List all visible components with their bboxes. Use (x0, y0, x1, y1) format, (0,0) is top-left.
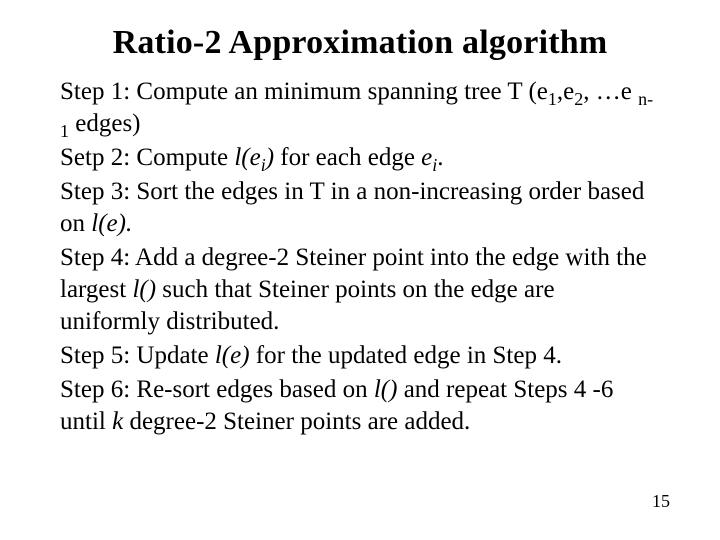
step1-text-a: Step 1: Compute an minimum spanning tree… (60, 78, 548, 105)
sub-1: 1 (548, 89, 557, 109)
step6-text-c: degree-2 Steiner points are added. (123, 408, 470, 435)
step-3: Step 3: Sort the edges in T in a non-inc… (60, 176, 660, 240)
step2-close: ) (266, 144, 274, 171)
step2-end: . (437, 144, 443, 171)
body-text: Step 1: Compute an minimum spanning tree… (60, 76, 660, 438)
step-1: Step 1: Compute an minimum spanning tree… (60, 76, 660, 140)
step5-text-a: Step 5: Update (60, 342, 215, 369)
step2-text-b: for each edge (274, 144, 421, 171)
step2-text-a: Setp 2: Compute (60, 144, 234, 171)
step1-text-b: ,e (557, 78, 574, 105)
step3-le: l(e). (91, 210, 132, 237)
step1-text-c: , …e (583, 78, 638, 105)
step2-lei: l(e (234, 144, 260, 171)
step6-k: k (112, 408, 123, 435)
step-6: Step 6: Re-sort edges based on l() and r… (60, 374, 660, 438)
step-5: Step 5: Update l(e) for the updated edge… (60, 340, 660, 372)
step1-text-d: edges) (69, 110, 141, 137)
step4-l: l() (132, 276, 156, 303)
step5-le: l(e) (215, 342, 250, 369)
step6-text-a: Step 6: Re-sort edges based on (60, 376, 374, 403)
slide: Ratio-2 Approximation algorithm Step 1: … (0, 0, 720, 540)
step6-l: l() (374, 376, 398, 403)
page-number: 15 (652, 491, 670, 512)
step-2: Setp 2: Compute l(ei) for each edge ei. (60, 142, 660, 174)
step3-text: Step 3: Sort the edges in T in a non-inc… (60, 178, 644, 237)
slide-title: Ratio-2 Approximation algorithm (60, 24, 660, 62)
step5-text-b: for the updated edge in Step 4. (250, 342, 562, 369)
sub-2: 2 (574, 89, 583, 109)
step2-e: e (421, 144, 432, 171)
step-4: Step 4: Add a degree-2 Steiner point int… (60, 242, 660, 338)
